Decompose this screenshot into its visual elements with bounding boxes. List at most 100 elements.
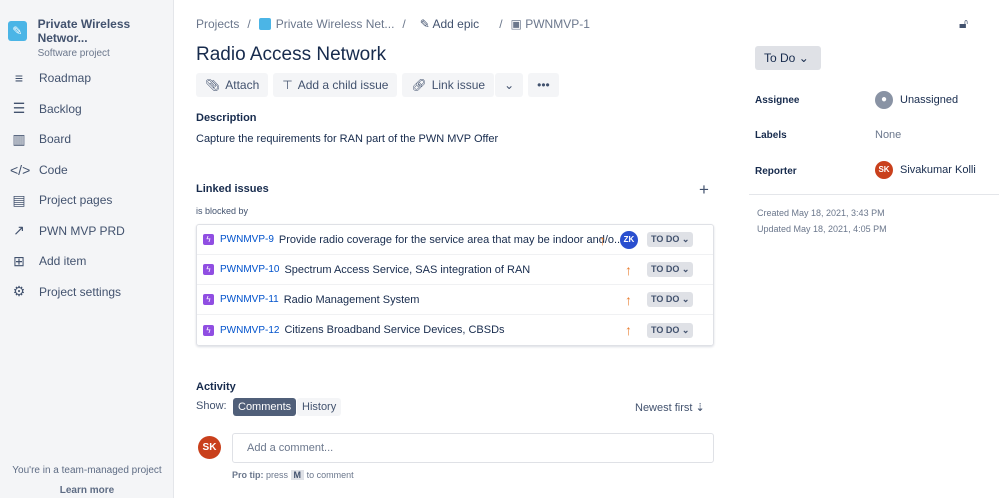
priority-high-icon: ↑	[599, 231, 606, 248]
breadcrumb-project[interactable]: Private Wireless Net...	[258, 17, 394, 31]
labels-label: Labels	[755, 130, 787, 141]
backlog-icon: ☰	[12, 100, 26, 116]
hierarchy-icon: ⊤	[282, 78, 293, 92]
project-pages-icon: ▤	[12, 191, 26, 208]
comments-tab[interactable]: Comments	[233, 398, 297, 416]
issue-summary[interactable]: Spectrum Access Service, SAS integration…	[284, 264, 530, 276]
more-icon: •••	[537, 78, 550, 92]
labels-field[interactable]: None	[875, 129, 901, 141]
reporter-label: Reporter	[755, 166, 797, 177]
activity-label: Activity	[196, 381, 236, 393]
sidebar: ✎ Private Wireless Networ... Software pr…	[0, 0, 174, 498]
assignee-field[interactable]: ● Unassigned	[875, 91, 958, 109]
sidebar-item-label: Project settings	[39, 284, 122, 299]
add-item-icon: ⊞	[13, 252, 25, 269]
chevron-down-icon: ⌄	[504, 78, 515, 92]
project-header[interactable]: ✎ Private Wireless Networ... Software pr…	[8, 17, 173, 59]
description-label: Description	[196, 112, 257, 124]
chevron-down-icon: ⌄	[798, 51, 809, 65]
issue-key-link[interactable]: PWNMVP-11	[220, 294, 279, 305]
project-type: Software project	[37, 48, 110, 59]
epic-icon: ϟ	[203, 234, 214, 245]
roadmap-icon: ≡	[14, 70, 24, 86]
sidebar-item-label: Board	[39, 132, 72, 146]
sidebar-item-project-pages[interactable]: ▤ Project pages	[0, 185, 174, 215]
link-issue-button[interactable]: 🔗︎ Link issue	[402, 73, 495, 97]
sidebar-item-backlog[interactable]: ☰ Backlog	[0, 94, 174, 124]
assignee-avatar: ZK	[620, 230, 638, 249]
sort-newest-first[interactable]: Newest first ⇣	[635, 401, 705, 414]
sidebar-item-board[interactable]: ▥ Board	[0, 124, 174, 154]
sidebar-item-label: Roadmap	[39, 71, 92, 85]
linked-issue-row[interactable]: ϟ PWNMVP-12 Citizens Broadband Service D…	[197, 315, 713, 345]
sidebar-nav: ≡ Roadmap ☰ Backlog ▥ Board </> Code ▤ Project pa…	[0, 63, 174, 307]
issue-summary[interactable]: Radio Management System	[284, 294, 420, 306]
link-issue-dropdown[interactable]: ⌄	[495, 73, 524, 97]
status-dropdown[interactable]: TO DO ⌄	[647, 322, 694, 338]
more-actions-button[interactable]: •••	[528, 73, 559, 97]
reporter-avatar: SK	[875, 161, 893, 179]
issue-summary[interactable]: Provide radio coverage for the service a…	[279, 234, 623, 246]
linked-issue-row[interactable]: ϟ PWNMVP-9 Provide radio coverage for th…	[197, 225, 713, 255]
link-icon: 🔗︎	[411, 78, 427, 92]
priority-high-icon: ↑	[625, 322, 632, 338]
sidebar-item-label: Backlog	[39, 101, 82, 116]
linked-issues-list: ϟ PWNMVP-9 Provide radio coverage for th…	[196, 224, 714, 346]
show-label: Show:	[196, 400, 227, 412]
priority-high-icon: ↑	[625, 261, 632, 278]
priority-high-icon: ↑	[625, 291, 632, 308]
divider	[749, 194, 999, 195]
pro-tip: Pro tip: press M to comment	[232, 470, 354, 480]
status-dropdown[interactable]: TO DO ⌄	[647, 232, 694, 247]
comment-input[interactable]: Add a comment...	[232, 433, 714, 463]
issue-key-link[interactable]: PWNMVP-12	[220, 325, 279, 336]
breadcrumb-issue-key[interactable]: ▣ PWNMVP-1	[511, 17, 590, 31]
breadcrumb-projects[interactable]: Projects	[196, 17, 239, 31]
sidebar-item-add-item[interactable]: ⊞ Add item	[0, 246, 174, 276]
user-avatar: SK	[198, 436, 221, 459]
lock-icon[interactable]: 🔓︎	[959, 15, 968, 32]
add-child-issue-button[interactable]: ⊤ Add a child issue	[273, 73, 398, 97]
sidebar-item-pwn-mvp-prd[interactable]: ↗ PWN MVP PRD	[0, 216, 174, 246]
team-managed-note: You're in a team-managed project	[12, 465, 162, 476]
project-settings-icon: ⚙	[12, 283, 26, 299]
sidebar-item-label: Code	[39, 162, 68, 177]
epic-icon: ϟ	[203, 264, 214, 275]
breadcrumb: Projects / Private Wireless Net... / ✎ Add…	[196, 17, 590, 31]
add-link-plus-icon[interactable]: +	[699, 180, 709, 200]
status-dropdown[interactable]: To Do ⌄	[755, 46, 821, 70]
linked-issue-row[interactable]: ϟ PWNMVP-10 Spectrum Access Service, SAS…	[197, 255, 713, 285]
board-icon: ▥	[12, 130, 26, 147]
issue-key-link[interactable]: PWNMVP-10	[220, 264, 279, 275]
project-name: Private Wireless Networ...	[37, 17, 131, 45]
assignee-label: Assignee	[755, 95, 800, 106]
link-relation: is blocked by	[196, 206, 249, 216]
linked-issue-row[interactable]: ϟ PWNMVP-11 Radio Management System ↑ TO…	[197, 285, 713, 315]
sidebar-item-code[interactable]: </> Code	[0, 155, 174, 185]
status-dropdown[interactable]: TO DO ⌄	[647, 292, 694, 307]
status-dropdown[interactable]: TO DO ⌄	[647, 262, 694, 277]
created-date: Created May 18, 2021, 3:43 PM	[757, 208, 885, 218]
project-logo-icon: ✎	[8, 21, 27, 41]
paperclip-icon: 📎︎	[205, 78, 221, 92]
reporter-field[interactable]: SK Sivakumar Kolli	[875, 161, 976, 179]
attach-button[interactable]: 📎︎ Attach	[196, 73, 269, 97]
sidebar-item-roadmap[interactable]: ≡ Roadmap	[0, 63, 174, 93]
sidebar-item-label: Project pages	[39, 193, 113, 207]
updated-date: Updated May 18, 2021, 4:05 PM	[757, 224, 887, 234]
learn-more-link[interactable]: Learn more	[0, 485, 174, 496]
issue-key-link[interactable]: PWNMVP-9	[220, 234, 274, 245]
linked-issues-label: Linked issues	[196, 183, 269, 195]
sidebar-item-label: Add item	[39, 254, 87, 268]
epic-icon: ϟ	[203, 294, 214, 305]
description-text[interactable]: Capture the requirements for RAN part of…	[196, 133, 498, 145]
history-tab[interactable]: History	[297, 398, 342, 416]
sidebar-item-project-settings[interactable]: ⚙ Project settings	[0, 277, 174, 307]
add-epic-link[interactable]: ✎ Add epic	[420, 17, 479, 31]
issue-title[interactable]: Radio Access Network	[196, 44, 386, 66]
issue-summary[interactable]: Citizens Broadband Service Devices, CBSD…	[284, 324, 504, 336]
pwn-mvp-prd-icon: ↗	[13, 222, 25, 238]
sidebar-item-label: PWN MVP PRD	[39, 223, 125, 238]
project-icon	[258, 18, 271, 30]
epic-icon: ϟ	[203, 324, 214, 336]
